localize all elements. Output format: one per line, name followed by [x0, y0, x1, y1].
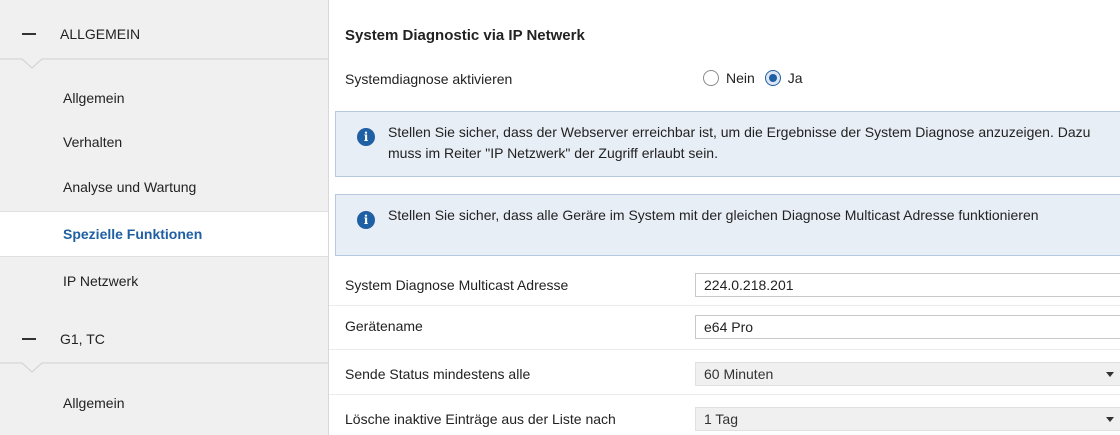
- group-label: G1, TC: [60, 331, 105, 347]
- sende-status-label: Sende Status mindestens alle: [345, 366, 531, 382]
- multicast-address-input[interactable]: 224.0.218.201: [695, 273, 1120, 297]
- row-divider: [329, 305, 1120, 306]
- radio-ja-label[interactable]: Ja: [788, 70, 803, 86]
- radio-nein-label[interactable]: Nein: [726, 70, 755, 86]
- group-header-allgemein[interactable]: ALLGEMEIN: [0, 8, 328, 60]
- sidebar-item-ip-netzwerk[interactable]: IP Netzwerk: [0, 259, 328, 303]
- sidebar-item-label: IP Netzwerk: [63, 273, 139, 289]
- sidebar: ALLGEMEIN Allgemein Verhalten Analyse un…: [0, 0, 329, 435]
- info-text: Stellen Sie sicher, dass alle Geräre im …: [388, 207, 1039, 223]
- sende-status-value: 60 Minuten: [704, 366, 774, 382]
- sidebar-item-label: Allgemein: [63, 395, 125, 411]
- sidebar-item-spezielle-funktionen[interactable]: Spezielle Funktionen: [0, 211, 328, 257]
- sidebar-item-allgemein[interactable]: Allgemein: [0, 76, 328, 120]
- systemdiagnose-label: Systemdiagnose aktivieren: [345, 71, 513, 87]
- sidebar-item-g1-allgemein[interactable]: Allgemein: [0, 381, 328, 425]
- loesche-label: Lösche inaktive Einträge aus der Liste n…: [345, 411, 616, 427]
- main-panel: System Diagnostic via IP Netwerk Systemd…: [329, 0, 1120, 435]
- info-icon: i: [357, 128, 375, 146]
- sidebar-item-label: Allgemein: [63, 90, 125, 106]
- multicast-label: System Diagnose Multicast Adresse: [345, 277, 569, 293]
- info-icon: i: [357, 211, 375, 229]
- sidebar-item-label: Verhalten: [63, 134, 123, 150]
- row-divider: [329, 349, 1120, 350]
- chevron-down-icon[interactable]: [1106, 417, 1114, 422]
- geraetename-input[interactable]: e64 Pro: [695, 315, 1120, 339]
- info-box-webserver: i Stellen Sie sicher, dass der Webserver…: [335, 111, 1120, 177]
- loesche-value: 1 Tag: [704, 411, 738, 427]
- systemdiagnose-radio-group: Nein Ja: [703, 70, 813, 86]
- chevron-down-icon[interactable]: [1106, 372, 1114, 377]
- sidebar-item-label: Spezielle Funktionen: [63, 226, 203, 242]
- group-divider: [0, 362, 328, 373]
- group-header-g1-tc[interactable]: G1, TC: [0, 313, 328, 365]
- geraetename-label: Gerätename: [345, 318, 423, 334]
- group-divider: [0, 58, 328, 69]
- info-box-multicast: i Stellen Sie sicher, dass alle Geräre i…: [335, 194, 1120, 256]
- page-title: System Diagnostic via IP Netwerk: [345, 27, 585, 44]
- radio-nein[interactable]: [703, 70, 719, 86]
- row-divider: [329, 394, 1120, 395]
- minus-icon[interactable]: [22, 338, 36, 340]
- minus-icon[interactable]: [22, 33, 36, 35]
- radio-ja[interactable]: [764, 70, 781, 86]
- info-text: Stellen Sie sicher, dass der Webserver e…: [388, 124, 1091, 161]
- sende-status-select[interactable]: 60 Minuten: [695, 362, 1120, 386]
- loesche-select[interactable]: 1 Tag: [695, 407, 1120, 431]
- sidebar-item-analyse-und-wartung[interactable]: Analyse und Wartung: [0, 165, 328, 209]
- sidebar-item-verhalten[interactable]: Verhalten: [0, 120, 328, 164]
- group-label: ALLGEMEIN: [60, 26, 141, 42]
- sidebar-item-label: Analyse und Wartung: [63, 179, 197, 195]
